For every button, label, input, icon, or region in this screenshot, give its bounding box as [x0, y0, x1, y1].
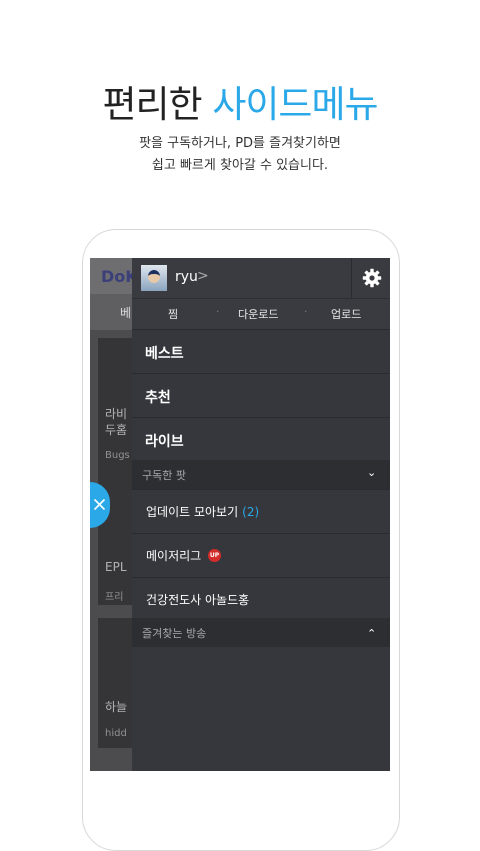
hero-title-main: 편리한: [102, 83, 213, 126]
avatar-person-icon: [148, 270, 160, 283]
section-favorites-label: 즐겨찾는 방송: [142, 627, 207, 640]
settings-button[interactable]: [351, 258, 390, 298]
chevron-up-icon: ⌃: [367, 627, 377, 640]
menu-item-recommended[interactable]: 추천: [132, 373, 390, 417]
hero-subtitle: 팟을 구독하거나, PD를 즐겨찾기하면 쉽고 빠르게 찾아갈 수 있습니다.: [0, 133, 480, 177]
dim-overlay: [90, 330, 132, 771]
up-badge: UP: [208, 549, 221, 562]
subscribed-item-updates[interactable]: 업데이트 모아보기 (2): [132, 489, 390, 533]
menu-item-label: 베스트: [145, 346, 184, 362]
menu-item-best[interactable]: 베스트: [132, 329, 390, 373]
close-icon: [93, 498, 106, 511]
subscribed-item-mlb[interactable]: 메이저리그 UP: [132, 533, 390, 577]
phone-screen: DoK 베 라비 두홈 Bugs EPL 프리 하늘 hidd ryu > 찜 …: [90, 258, 390, 771]
hero-title-accent: 사이드메뉴: [212, 83, 378, 126]
hero-subtitle-line2: 쉽고 빠르게 찾아갈 수 있습니다.: [151, 158, 329, 173]
avatar[interactable]: [141, 265, 167, 291]
section-favorites-header[interactable]: 즐겨찾는 방송 ⌃: [132, 618, 390, 647]
menu-subnav: 찜 · 다운로드 · 업로드: [132, 298, 390, 329]
update-count: (2): [242, 505, 260, 519]
subnav-uploads[interactable]: 업로드: [331, 306, 361, 322]
subscribed-item-label: 업데이트 모아보기 (2): [146, 503, 259, 520]
subscribed-item-label: 건강전도사 아놀드홍: [146, 593, 250, 607]
menu-item-label: 라이브: [145, 434, 184, 450]
hero-title: 편리한 사이드메뉴: [0, 74, 480, 128]
chevron-down-icon: ⌄: [367, 466, 377, 479]
menu-item-label: 추천: [145, 390, 171, 406]
menu-profile-bar: ryu >: [132, 258, 390, 298]
subnav-divider: ·: [216, 305, 220, 318]
username-link[interactable]: ryu: [175, 269, 198, 285]
section-subscribed-header[interactable]: 구독한 팟 ⌄: [132, 460, 390, 489]
subscribed-item-text: 업데이트 모아보기: [146, 505, 239, 519]
side-menu: ryu > 찜 · 다운로드 · 업로드 베스트 추천 라이브 구독한 팟 ⌄ …: [132, 258, 390, 771]
chevron-right-icon: >: [197, 268, 209, 284]
subscribed-item-arnold[interactable]: 건강전도사 아놀드홍: [132, 577, 390, 621]
hero-subtitle-line1: 팟을 구독하거나, PD를 즐겨찾기하면: [139, 136, 341, 151]
subscribed-item-label: 메이저리그: [146, 549, 202, 563]
section-subscribed-label: 구독한 팟: [142, 469, 186, 482]
subnav-favorites[interactable]: 찜: [168, 306, 178, 322]
gear-icon: [362, 268, 382, 288]
subnav-downloads[interactable]: 다운로드: [238, 306, 278, 322]
app-tab: 베: [120, 306, 132, 320]
subnav-divider: ·: [304, 305, 308, 318]
menu-item-live[interactable]: 라이브: [132, 417, 390, 461]
